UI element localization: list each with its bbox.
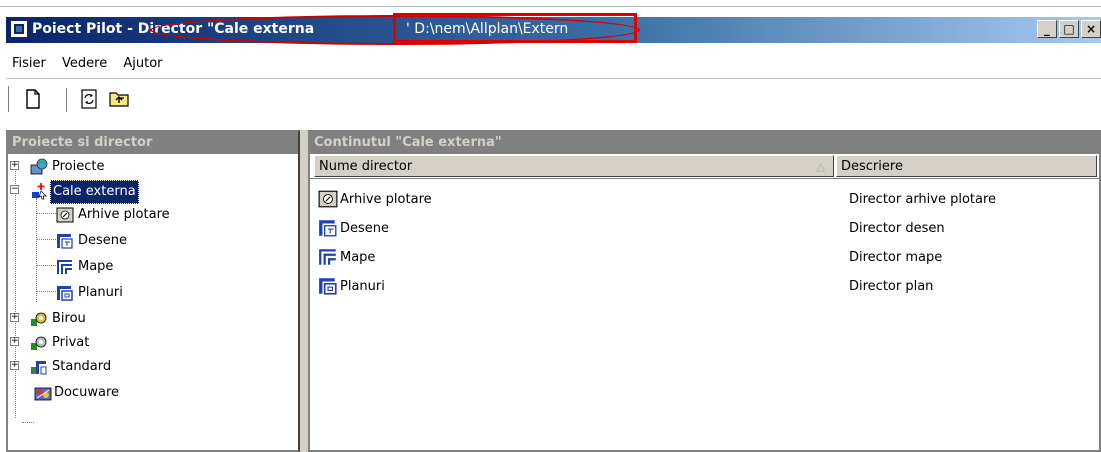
- row-description: Director desen: [849, 221, 945, 236]
- panel-splitter[interactable]: [300, 130, 308, 452]
- plot-archive-icon: [318, 189, 338, 209]
- folder-up-icon[interactable]: [108, 88, 130, 110]
- tree-label: Birou: [52, 311, 86, 326]
- tree-item-privat[interactable]: + Privat: [8, 332, 288, 354]
- tree-label: Arhive plotare: [78, 207, 170, 222]
- projects-panel: Proiecte si director + Proiecte − Cale e…: [6, 130, 300, 452]
- drawing-folder-icon: [318, 218, 338, 238]
- tree-item-cale-externa[interactable]: − Cale externa: [8, 180, 288, 204]
- list-header: Nume director △ Descriere: [310, 154, 1099, 179]
- row-name: Mape: [340, 250, 376, 265]
- refresh-icon[interactable]: [78, 88, 100, 110]
- tree-label-selected: Cale externa: [50, 180, 139, 204]
- tree-label: Docuware: [54, 385, 120, 400]
- plot-archive-icon: [56, 206, 74, 224]
- docuware-icon: [34, 384, 52, 402]
- row-name: Arhive plotare: [340, 192, 432, 207]
- tree-item-arhive-plotare[interactable]: Arhive plotare: [8, 204, 288, 226]
- list-row-planuri[interactable]: Planuri Director plan: [314, 272, 1094, 301]
- office-icon: [30, 310, 48, 328]
- list-row-desene[interactable]: Desene Director desen: [314, 214, 1094, 243]
- toolbar-grip[interactable]: [6, 86, 9, 112]
- tree-label: Standard: [52, 359, 112, 374]
- close-button[interactable]: ×: [1081, 20, 1101, 38]
- minimize-button[interactable]: _: [1037, 20, 1057, 38]
- tree-label: Proiecte: [52, 159, 105, 174]
- top-strip: [0, 0, 1101, 8]
- tree-item-docuware[interactable]: Docuware: [8, 382, 288, 404]
- menu-fisier[interactable]: Fisier: [6, 50, 52, 71]
- tree-item-standard[interactable]: + Standard: [8, 356, 288, 378]
- tree-label: Mape: [78, 259, 114, 274]
- map-folder-icon: [56, 258, 74, 276]
- expand-icon[interactable]: +: [10, 361, 19, 370]
- maximize-button[interactable]: □: [1059, 20, 1079, 38]
- new-document-icon[interactable]: [22, 88, 44, 110]
- column-header-name[interactable]: Nume director △: [314, 155, 834, 177]
- tree-item-proiecte[interactable]: + Proiecte: [8, 156, 288, 178]
- content-panel: Continutul "Cale externa" Nume director …: [308, 130, 1101, 452]
- external-path-icon: [30, 182, 48, 200]
- column-label: Nume director: [319, 159, 413, 174]
- list-row-mape[interactable]: Mape Director mape: [314, 243, 1094, 272]
- row-name: Desene: [340, 221, 390, 236]
- tree-item-desene[interactable]: Desene: [8, 230, 288, 252]
- content-panel-header: Continutul "Cale externa": [310, 132, 1099, 154]
- tree-item-planuri[interactable]: Planuri: [8, 282, 288, 304]
- row-description: Director plan: [849, 279, 934, 294]
- app-icon: [11, 21, 27, 37]
- menu-bar: Fisier Vedere Ajutor: [6, 50, 1101, 74]
- column-header-description[interactable]: Descriere: [836, 155, 1097, 177]
- toolbar: [6, 84, 1101, 114]
- plan-folder-icon: [318, 276, 338, 296]
- annotation-rectangle: [393, 13, 637, 43]
- expand-icon[interactable]: +: [10, 337, 19, 346]
- expand-icon[interactable]: +: [10, 313, 19, 322]
- private-icon: [30, 334, 48, 352]
- sort-ascending-icon: △: [816, 160, 825, 173]
- standard-icon: [30, 358, 48, 376]
- row-description: Director arhive plotare: [849, 192, 997, 207]
- tree-item-birou[interactable]: + Birou: [8, 308, 288, 330]
- expand-icon[interactable]: +: [10, 161, 19, 170]
- menu-ajutor[interactable]: Ajutor: [117, 50, 168, 71]
- window-controls: _ □ ×: [1035, 20, 1101, 38]
- drawing-folder-icon: [56, 232, 74, 250]
- menu-vedere[interactable]: Vedere: [56, 50, 113, 71]
- tree-label: Desene: [78, 233, 128, 248]
- toolbar-separator: [66, 88, 68, 112]
- toolbar-divider: [6, 78, 1101, 79]
- projects-panel-header: Proiecte si director: [8, 132, 298, 154]
- list-row-arhive-plotare[interactable]: Arhive plotare Director arhive plotare: [314, 185, 1094, 214]
- collapse-icon[interactable]: −: [10, 185, 19, 194]
- projects-globe-icon: [30, 158, 48, 176]
- plan-folder-icon: [56, 284, 74, 302]
- tree-label: Privat: [52, 335, 90, 350]
- map-folder-icon: [318, 247, 338, 267]
- row-name: Planuri: [340, 279, 385, 294]
- row-description: Director mape: [849, 250, 943, 265]
- tree-item-mape[interactable]: Mape: [8, 256, 288, 278]
- tree-label: Planuri: [78, 285, 123, 300]
